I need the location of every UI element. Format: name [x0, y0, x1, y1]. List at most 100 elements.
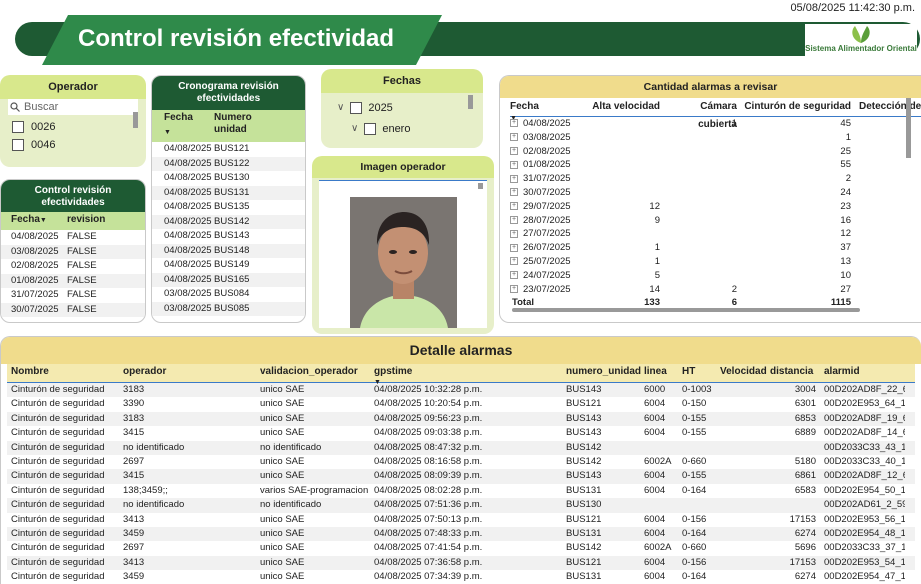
operador-option[interactable]: 0046 — [12, 139, 146, 151]
table-row[interactable]: +02/08/2025 25 — [510, 145, 921, 159]
column-header[interactable]: alarmid — [820, 364, 905, 382]
table-row[interactable]: 04/08/2025 BUS148 — [152, 243, 305, 258]
fechas-month-node[interactable]: ∨ enero — [337, 118, 483, 139]
column-header[interactable]: numero_unidad — [566, 364, 644, 382]
table-row[interactable]: 03/08/2025 FALSE — [1, 244, 145, 259]
table-row[interactable]: Cinturón de seguridad 3413 unico SAE 04/08/… — [7, 513, 915, 527]
expand-icon[interactable]: + — [510, 257, 518, 266]
table-row[interactable]: 03/08/2025 BUS085 — [152, 301, 305, 316]
table-row[interactable]: 04/08/2025 BUS149 — [152, 258, 305, 273]
column-header[interactable]: Numero unidad — [214, 110, 284, 142]
table-row[interactable]: 30/07/2025 FALSE — [1, 302, 145, 317]
last-refresh-timestamp: 05/08/2025 11:42:30 p.m. — [790, 2, 915, 14]
expand-icon[interactable]: + — [510, 188, 518, 197]
fechas-year-node[interactable]: ∨ 2025 — [337, 97, 483, 118]
table-row[interactable]: Cinturón de seguridad 3413 unico SAE 04/08/… — [7, 555, 915, 571]
table-row[interactable]: +26/07/2025 1 37 — [510, 241, 921, 255]
scrollbar[interactable] — [468, 95, 473, 109]
table-row[interactable]: Cinturón de seguridad 3459 unico SAE 04/08/… — [7, 570, 915, 584]
table-row[interactable]: Cinturón de seguridad 3415 unico SAE 04/08/… — [7, 426, 915, 440]
column-header[interactable]: distancia — [770, 364, 820, 382]
checkbox[interactable] — [12, 121, 24, 133]
column-header[interactable]: Fecha▼ — [510, 98, 582, 122]
table-row[interactable]: +30/07/2025 24 — [510, 186, 921, 200]
expand-icon[interactable]: + — [510, 229, 518, 238]
expand-icon[interactable]: + — [510, 202, 518, 211]
column-header[interactable]: validacion_operador — [260, 364, 374, 382]
table-row[interactable]: 01/08/2025 FALSE — [1, 273, 145, 288]
column-header[interactable]: Nombre — [7, 364, 123, 382]
table-row[interactable]: 04/08/2025 BUS122 — [152, 156, 305, 171]
column-header[interactable]: Velocidad — [720, 364, 770, 382]
scrollbar[interactable] — [478, 183, 483, 189]
table-row[interactable]: Cinturón de seguridad 3390 unico SAE 04/08/… — [7, 397, 915, 411]
scrollbar[interactable] — [906, 98, 911, 158]
column-header[interactable]: Fecha▼ — [152, 110, 214, 142]
column-header[interactable]: Fecha▼ — [1, 212, 67, 230]
table-row[interactable]: +03/08/2025 1 — [510, 131, 921, 145]
table-row[interactable]: 31/07/2025 FALSE — [1, 288, 145, 303]
table-cell: 6583 — [794, 484, 816, 496]
checkbox[interactable] — [12, 139, 24, 151]
table-row[interactable]: Cinturón de seguridad 2697 unico SAE 04/08/… — [7, 541, 915, 555]
table-row[interactable]: Cinturón de seguridad 3183 unico SAE 04/08/… — [7, 411, 915, 427]
table-row[interactable]: 04/08/2025 BUS142 — [152, 214, 305, 229]
table-row[interactable]: 04/08/2025 BUS130 — [152, 171, 305, 186]
table-row[interactable]: Cinturón de seguridad 3459 unico SAE 04/08/… — [7, 526, 915, 542]
table-row[interactable]: 02/08/2025 FALSE — [1, 259, 145, 274]
table-row[interactable]: Cinturón de seguridad 2697 unico SAE 04/08/… — [7, 455, 915, 469]
scrollbar[interactable] — [133, 112, 138, 128]
table-cell: unico SAE — [260, 384, 305, 395]
expand-icon[interactable]: + — [510, 271, 518, 280]
operador-search-input[interactable]: Buscar — [8, 99, 138, 115]
expand-icon[interactable]: + — [510, 133, 518, 142]
column-header[interactable]: Cámara cubierta — [660, 98, 737, 130]
table-row[interactable]: 04/08/2025 BUS131 — [152, 185, 305, 200]
scrollbar-horizontal[interactable] — [512, 308, 860, 312]
table-row[interactable]: 04/08/2025 BUS135 — [152, 200, 305, 215]
operador-option[interactable]: 0026 — [12, 121, 146, 133]
column-header[interactable]: Alta velocidad — [582, 98, 660, 116]
chevron-down-icon[interactable]: ∨ — [351, 123, 358, 134]
table-cell: 00D202AD8F_14_6 — [824, 427, 905, 439]
table-row[interactable]: 04/08/2025 BUS143 — [152, 229, 305, 244]
expand-icon[interactable]: + — [510, 243, 518, 252]
table-row[interactable]: +24/07/2025 5 10 — [510, 269, 921, 283]
table-row[interactable]: Cinturón de seguridad 3415 unico SAE 04/08/… — [7, 469, 915, 484]
table-row[interactable]: +23/07/2025 14 2 27 — [510, 283, 921, 297]
table-row[interactable]: +31/07/2025 2 — [510, 172, 921, 186]
column-header[interactable]: linea — [644, 364, 682, 382]
column-header[interactable]: revision — [67, 212, 127, 230]
table-row[interactable]: Cinturón de seguridad 138;3459;; varios SA… — [7, 484, 915, 498]
table-row[interactable]: +27/07/2025 12 — [510, 227, 921, 241]
checkbox[interactable] — [350, 101, 363, 114]
table-row[interactable]: +25/07/2025 1 13 — [510, 255, 921, 269]
table-cell — [720, 484, 770, 498]
table-row[interactable]: +01/08/2025 55 — [510, 158, 921, 172]
table-cell: 1 — [845, 131, 851, 143]
fechas-month-node[interactable]: febrero — [337, 139, 483, 144]
table-row[interactable]: 04/08/2025 FALSE — [1, 230, 145, 245]
table-row[interactable]: Cinturón de seguridad no identificado no i… — [7, 440, 915, 455]
table-row[interactable]: 04/08/2025 BUS165 — [152, 272, 305, 287]
column-header[interactable]: HT — [682, 364, 720, 382]
checkbox[interactable] — [364, 122, 377, 135]
table-row[interactable]: 04/08/2025 BUS121 — [152, 142, 305, 157]
chevron-down-icon[interactable]: ∨ — [337, 102, 344, 113]
expand-icon[interactable]: + — [510, 119, 518, 128]
checkbox[interactable] — [365, 143, 377, 144]
expand-icon[interactable]: + — [510, 147, 518, 156]
column-header[interactable]: Cinturón de seguridad — [737, 98, 851, 116]
column-header[interactable]: gpstime ▼ — [374, 364, 566, 386]
table-row[interactable]: +28/07/2025 9 16 — [510, 214, 921, 228]
table-row[interactable]: +04/08/2025 1 45 — [510, 117, 921, 131]
expand-icon[interactable]: + — [510, 216, 518, 225]
expand-icon[interactable]: + — [510, 285, 518, 294]
table-row[interactable]: Cinturón de seguridad no identificado no i… — [7, 498, 915, 513]
table-row[interactable]: 03/08/2025 BUS084 — [152, 287, 305, 302]
expand-icon[interactable]: + — [510, 174, 518, 183]
expand-icon[interactable]: + — [510, 160, 518, 169]
table-row[interactable]: +29/07/2025 12 23 — [510, 200, 921, 214]
table-row[interactable]: Cinturón de seguridad 3183 unico SAE 04/08/… — [7, 383, 915, 398]
column-header[interactable]: operador — [123, 364, 260, 382]
